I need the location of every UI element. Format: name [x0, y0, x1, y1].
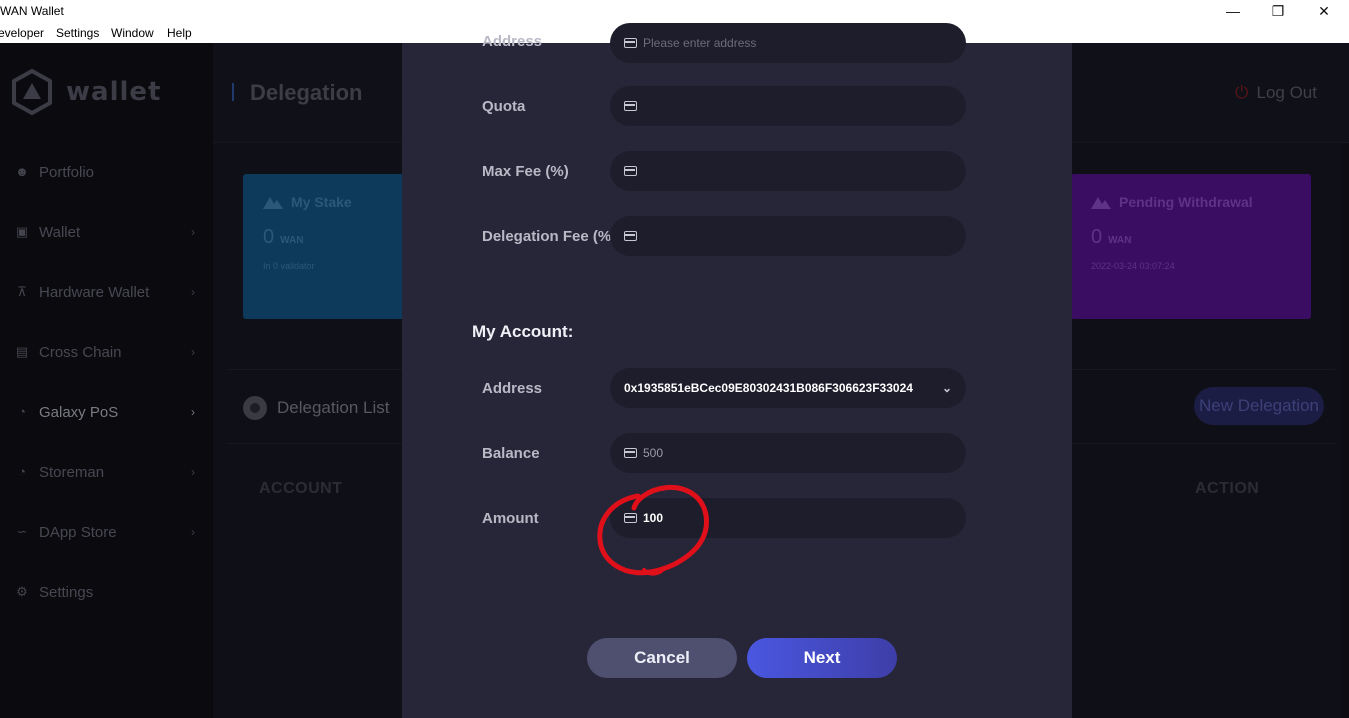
chevron-right-icon: › — [191, 465, 195, 479]
chevron-right-icon: › — [191, 285, 195, 299]
validator-address-label: Address — [482, 33, 543, 50]
chevron-right-icon: › — [191, 345, 195, 359]
quota-field — [610, 86, 966, 126]
balance-field: 500 — [610, 433, 966, 473]
sidebar-item-label: Settings — [39, 583, 94, 601]
storeman-icon: ◔ — [18, 464, 26, 479]
sidebar-item-label: Portfolio — [39, 163, 95, 181]
delegation-modal: Address Please enter address Quota Max F… — [402, 23, 1072, 718]
card-title-text: Pending Withdrawal — [1119, 194, 1253, 210]
amount-value: 100 — [643, 511, 664, 525]
pending-withdrawal-card: Pending Withdrawal 0 WAN 2022-03-24 03:07… — [1071, 174, 1311, 319]
main-scrollbar[interactable] — [1341, 143, 1349, 718]
sidebar-item-label: Galaxy PoS — [39, 403, 119, 421]
chevron-right-icon: › — [191, 525, 195, 539]
amount-label: Amount — [482, 510, 539, 527]
card-subtext: In 0 validator — [263, 261, 315, 271]
chevron-right-icon: › — [191, 405, 195, 419]
sidebar-item-storeman[interactable]: ◔ Storeman › — [0, 452, 213, 492]
sidebar-item-dapp-store[interactable]: ∽ DApp Store › — [0, 512, 213, 552]
pie-icon: ◔ — [18, 404, 26, 419]
sidebar-item-settings[interactable]: ⚙ Settings — [0, 572, 213, 612]
card-subtext: 2022-03-24 03:07:24 — [1091, 261, 1175, 271]
sidebar-item-cross-chain[interactable]: ▤ Cross Chain › — [0, 332, 213, 372]
sidebar-item-hardware-wallet[interactable]: ⊼ Hardware Wallet › — [0, 272, 213, 312]
window-title: WAN Wallet — [0, 4, 64, 18]
my-account-title: My Account: — [472, 322, 574, 341]
menu-window[interactable]: Window — [111, 26, 154, 40]
mountain-icon — [263, 197, 283, 209]
account-address-select[interactable]: 0x1935851eBCec09E80302431B086F306623F330… — [610, 368, 966, 408]
card-value: 0 WAN — [1091, 226, 1291, 249]
balance-value: 500 — [643, 446, 664, 460]
delegation-list-title: Delegation List — [243, 396, 389, 420]
wallet-icon — [624, 38, 637, 48]
card-value: 0 WAN — [263, 226, 423, 249]
max-fee-field — [610, 151, 966, 191]
wallet-icon — [624, 101, 637, 111]
chart-icon: ∽ — [16, 524, 28, 539]
delegation-list-label: Delegation List — [277, 398, 390, 417]
wallet-icon: ▣ — [15, 224, 29, 239]
balance-label: Balance — [482, 445, 540, 462]
amount-input[interactable]: 100 — [610, 498, 966, 538]
menu-settings[interactable]: Settings — [56, 26, 99, 40]
validator-address-placeholder: Please enter address — [643, 36, 757, 50]
window-titlebar: WAN Wallet — ❐ ✕ — [0, 0, 1349, 22]
account-address-label: Address — [482, 380, 543, 397]
account-address-value: 0x1935851eBCec09E80302431B086F306623F330… — [624, 381, 913, 395]
delegation-fee-field — [610, 216, 966, 256]
card-title: Pending Withdrawal — [1091, 194, 1291, 210]
sidebar-item-label: Cross Chain — [39, 343, 122, 361]
list-icon — [243, 396, 267, 420]
restore-button[interactable]: ❐ — [1255, 1, 1301, 21]
validator-address-input[interactable]: Please enter address — [610, 23, 966, 63]
minimize-button[interactable]: — — [1210, 1, 1256, 21]
close-button[interactable]: ✕ — [1301, 1, 1347, 21]
stake-value: 0 — [263, 226, 275, 248]
stake-unit: WAN — [280, 235, 304, 246]
logo: wallet — [12, 69, 161, 115]
sidebar-item-wallet[interactable]: ▣ Wallet › — [0, 212, 213, 252]
wallet-icon — [624, 448, 637, 458]
mountain-icon — [1091, 197, 1111, 209]
cross-chain-icon: ▤ — [15, 344, 29, 359]
card-title: My Stake — [263, 194, 423, 210]
new-delegation-button[interactable]: New Delegation — [1194, 387, 1324, 425]
logout-label: Log Out — [1256, 83, 1318, 102]
logo-text: wallet — [66, 77, 162, 107]
max-fee-label: Max Fee (%) — [482, 163, 569, 180]
chevron-right-icon: › — [191, 225, 195, 239]
sidebar: wallet ☻ Portfolio ▣ Wallet › ⊼ Hardware… — [0, 43, 213, 718]
sidebar-item-galaxy-pos[interactable]: ◔ Galaxy PoS › — [0, 392, 213, 432]
person-icon: ☻ — [15, 164, 29, 179]
wallet-icon — [624, 513, 637, 523]
sidebar-item-label: Storeman — [39, 463, 105, 481]
menu-developer[interactable]: eveloper — [0, 26, 44, 40]
column-header-account: ACCOUNT — [259, 480, 343, 497]
sidebar-item-label: Hardware Wallet — [39, 283, 150, 301]
delegation-fee-label: Delegation Fee (%) — [482, 228, 617, 245]
power-icon: ⏻ — [1235, 83, 1249, 102]
pending-value: 0 — [1091, 226, 1103, 248]
gear-icon: ⚙ — [16, 584, 28, 599]
cancel-button[interactable]: Cancel — [587, 638, 737, 678]
column-header-action: ACTION — [1195, 480, 1260, 497]
logout-button[interactable]: ⏻ Log Out — [1235, 83, 1317, 103]
card-title-text: My Stake — [291, 194, 352, 210]
sidebar-item-label: Wallet — [39, 223, 81, 241]
pending-unit: WAN — [1108, 235, 1132, 246]
quota-label: Quota — [482, 98, 526, 115]
wallet-icon — [624, 231, 637, 241]
hardware-icon: ⊼ — [17, 284, 27, 299]
chevron-down-icon: ⌄ — [941, 381, 952, 395]
title-accent-bar — [232, 83, 234, 101]
wallet-icon — [624, 166, 637, 176]
wanchain-logo-icon — [12, 69, 52, 115]
next-button[interactable]: Next — [747, 638, 897, 678]
page-title: Delegation — [250, 80, 363, 105]
sidebar-item-portfolio[interactable]: ☻ Portfolio — [0, 152, 213, 192]
sidebar-item-label: DApp Store — [39, 523, 117, 541]
menu-help[interactable]: Help — [167, 26, 192, 40]
